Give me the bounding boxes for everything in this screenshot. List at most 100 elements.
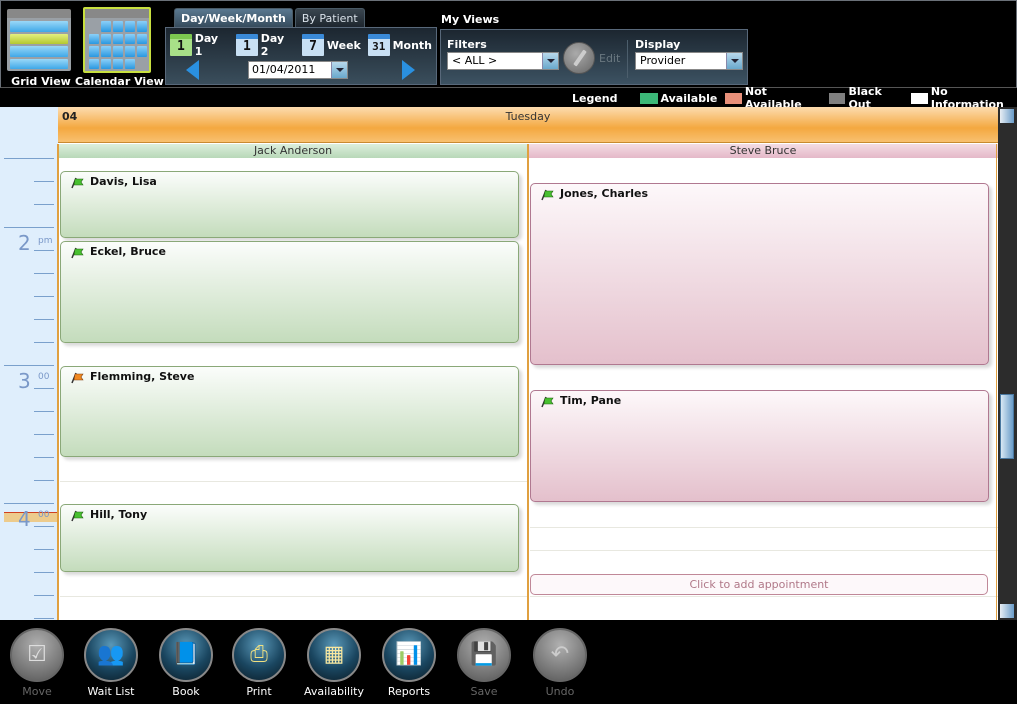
- current-time-line: [4, 512, 58, 513]
- my-views-title: My Views: [441, 13, 500, 26]
- minute-tick: [34, 411, 54, 412]
- week-button[interactable]: Week: [327, 39, 361, 52]
- week-calendar-icon[interactable]: 7: [302, 34, 324, 56]
- provider-header-jack-anderson[interactable]: Jack Anderson: [58, 144, 528, 158]
- appointment-jones-charles[interactable]: Jones, Charles: [530, 183, 989, 365]
- move-icon: ☑: [27, 642, 47, 667]
- availability-button[interactable]: ▦ Availability: [304, 628, 364, 698]
- scroll-up-arrow-icon[interactable]: [1000, 109, 1014, 123]
- patient-name: Davis, Lisa: [90, 175, 157, 188]
- hour-tick: [4, 365, 54, 366]
- minute-tick: [34, 342, 54, 343]
- button-label: Availability: [304, 685, 364, 698]
- printer-icon: ⎙: [250, 642, 268, 667]
- minute-tick: [34, 204, 54, 205]
- print-button[interactable]: ⎙ Print: [229, 628, 289, 698]
- legend-swatch: [639, 92, 658, 104]
- appointment-eckel-bruce[interactable]: Eckel, Bruce: [60, 241, 519, 343]
- minute-tick: [34, 319, 54, 320]
- minute-tick: [34, 595, 54, 596]
- provider-header-steve-bruce[interactable]: Steve Bruce: [528, 144, 998, 158]
- hour-suffix: pm: [38, 236, 53, 246]
- edit-pencil-icon[interactable]: [563, 42, 595, 74]
- patient-name: Eckel, Bruce: [90, 245, 166, 258]
- legend-swatch: [725, 92, 742, 104]
- move-button[interactable]: ☑ Move: [7, 628, 67, 698]
- flag-green-icon: [541, 396, 554, 408]
- patient-name: Tim, Pane: [560, 394, 622, 407]
- slot-line: [60, 481, 528, 482]
- day1-calendar-icon[interactable]: 1: [170, 34, 192, 56]
- display-select[interactable]: Provider: [635, 52, 743, 70]
- appointment-hill-tony[interactable]: Hill, Tony: [60, 504, 519, 572]
- minute-tick: [34, 181, 54, 182]
- calendar-view-button[interactable]: Calendar View: [75, 5, 164, 89]
- minute-tick: [34, 273, 54, 274]
- reports-button[interactable]: 📊 Reports: [379, 628, 439, 698]
- column-separator: [527, 144, 529, 620]
- flag-orange-icon: [71, 372, 84, 384]
- appointment-davis-lisa[interactable]: Davis, Lisa: [60, 171, 519, 238]
- month-button[interactable]: Month: [393, 39, 432, 52]
- button-label: Undo: [545, 685, 575, 698]
- day2-calendar-icon[interactable]: 1: [236, 34, 258, 56]
- panel-divider: [627, 40, 628, 78]
- display-dropdown-icon[interactable]: [726, 53, 742, 69]
- mode-tabs: Day/Week/Month By Patient: [174, 8, 365, 28]
- previous-date-arrow-icon[interactable]: [186, 60, 199, 80]
- wait-list-button[interactable]: 👥 Wait List: [81, 628, 141, 698]
- date-picker-dropdown-icon[interactable]: [331, 62, 347, 78]
- reports-icon: 📊: [395, 642, 423, 667]
- legend-swatch: [828, 92, 846, 104]
- month-calendar-icon[interactable]: 31: [367, 34, 390, 56]
- legend: Legend Available Not Available Black Out…: [572, 85, 1017, 111]
- day-name: Tuesday: [505, 110, 551, 123]
- grid-view-button[interactable]: Grid View: [3, 5, 73, 89]
- grid-view-icon: [7, 9, 71, 71]
- filters-select[interactable]: < ALL >: [447, 52, 559, 70]
- button-label: Move: [22, 685, 52, 698]
- add-appointment-button[interactable]: Click to add appointment: [530, 574, 988, 595]
- scroll-down-arrow-icon[interactable]: [1000, 604, 1014, 618]
- calendar-day-view: 2 pm 3 00 4 00 04 Tuesday Jack Anderson …: [0, 107, 1017, 620]
- minute-tick: [34, 572, 54, 573]
- button-label: Save: [470, 685, 498, 698]
- time-ruler: 2 pm 3 00 4 00: [0, 107, 58, 620]
- my-views-panel: Filters < ALL > Edit Display Provider: [440, 29, 748, 85]
- scheduler-app: Grid View Calendar View Day/Week/Month B…: [0, 0, 1017, 704]
- undo-button[interactable]: ↶ Undo: [530, 628, 590, 698]
- legend-swatch: [911, 92, 928, 104]
- hour-label: 4: [18, 507, 31, 531]
- minute-tick: [34, 549, 54, 550]
- patient-name: Flemming, Steve: [90, 370, 195, 383]
- button-label: Book: [172, 685, 200, 698]
- day-header: 04 Tuesday: [58, 107, 998, 143]
- day2-button[interactable]: Day 2: [261, 32, 295, 58]
- appointment-tim-pane[interactable]: Tim, Pane: [530, 390, 989, 502]
- minute-tick: [34, 250, 54, 251]
- display-value: Provider: [640, 54, 686, 67]
- minute-tick: [34, 457, 54, 458]
- save-button[interactable]: 💾 Save: [454, 628, 514, 698]
- edit-button-label[interactable]: Edit: [599, 52, 620, 65]
- tab-by-patient[interactable]: By Patient: [294, 8, 365, 28]
- minute-tick: [34, 434, 54, 435]
- book-icon: 📘: [172, 642, 200, 667]
- button-label: Wait List: [87, 685, 135, 698]
- button-label: Print: [246, 685, 272, 698]
- calendar-view-icon: [83, 7, 151, 73]
- vertical-scrollbar[interactable]: [998, 107, 1017, 620]
- day1-button[interactable]: Day 1: [195, 32, 229, 58]
- filters-dropdown-icon[interactable]: [542, 53, 558, 69]
- hour-tick: [4, 503, 54, 504]
- scrollbar-thumb[interactable]: [1000, 394, 1014, 459]
- next-date-arrow-icon[interactable]: [402, 60, 415, 80]
- tab-day-week-month[interactable]: Day/Week/Month: [174, 8, 293, 28]
- book-button[interactable]: 📘 Book: [156, 628, 216, 698]
- appointment-flemming-steve[interactable]: Flemming, Steve: [60, 366, 519, 457]
- save-icon: 💾: [470, 642, 498, 667]
- slot-line: [530, 550, 998, 551]
- flag-green-icon: [71, 177, 84, 189]
- filters-value: < ALL >: [452, 54, 498, 67]
- date-picker-input[interactable]: 01/04/2011: [248, 61, 348, 79]
